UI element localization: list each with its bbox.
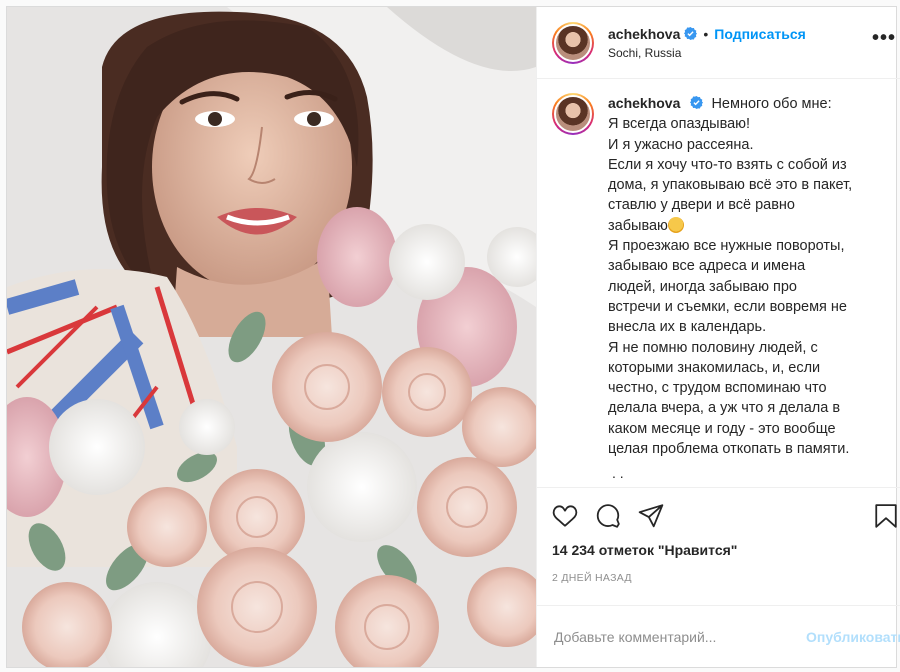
header-row: achekhova • Подписаться — [608, 26, 872, 42]
comment-bubble-icon[interactable] — [595, 503, 621, 529]
author-avatar[interactable] — [552, 21, 594, 64]
bookmark-icon[interactable] — [874, 503, 898, 529]
post-side-panel: achekhova • Подписаться Sochi, Russia ••… — [536, 7, 900, 667]
post-timestamp[interactable]: 2 ДНЕЙ НАЗАД — [552, 572, 898, 584]
author-username[interactable]: achekhova — [608, 26, 680, 42]
separator-dot: • — [703, 25, 709, 42]
header-text: achekhova • Подписаться Sochi, Russia — [608, 26, 872, 60]
caption-avatar[interactable] — [552, 93, 594, 135]
caption-line: забываю — [608, 217, 668, 234]
caption-line: Я не помню половину людей, с — [608, 339, 818, 356]
comment-input[interactable] — [552, 627, 807, 646]
caption-line: делала вчера, а уж что я делала в — [608, 400, 841, 417]
verified-badge-icon — [690, 96, 704, 109]
add-comment-bar: Опубликовать — [537, 605, 900, 667]
caption-line: забываю все адреса и имена — [608, 258, 806, 275]
instagram-post: achekhova • Подписаться Sochi, Russia ••… — [6, 6, 900, 668]
caption-line: Немного обо мне: — [711, 96, 832, 112]
paper-plane-icon[interactable] — [638, 503, 664, 529]
caption-line: людей, иногда забываю про — [608, 278, 797, 295]
caption-line: Если я хочу что-то взять с собой из — [608, 156, 847, 173]
avatar-photo — [554, 23, 592, 62]
follow-button[interactable]: Подписаться — [714, 26, 806, 42]
caption-username[interactable]: achekhova — [608, 95, 680, 111]
caption-line: каком месяце и году - это вообще — [608, 420, 836, 437]
heart-icon[interactable] — [552, 503, 578, 529]
caption-line: встречи и съемки, если вовремя не — [608, 298, 847, 315]
selfie-with-flowers-image — [7, 7, 536, 667]
caption-text: achekhova Немного обо мне: Я всегда опаз… — [608, 93, 898, 459]
caption-line: целая проблема откопать в памяти. — [608, 441, 850, 458]
caption-line: которыми знакомилась, и, если — [608, 359, 821, 376]
publish-button[interactable]: Опубликовать — [806, 629, 900, 645]
caption-line: внесла их в календарь. — [608, 319, 767, 336]
caption-line-with-emoji: забываю — [608, 216, 898, 236]
caption-line: ставлю у двери и всё равно — [608, 197, 795, 214]
likes-count[interactable]: 14 234 отметок "Нравится" — [552, 542, 898, 558]
post-photo[interactable] — [7, 7, 536, 667]
screaming-face-emoji-icon — [667, 216, 684, 233]
verified-badge-icon — [684, 27, 698, 40]
caption-line: И я ужасно рассеяна. — [608, 136, 754, 153]
post-header: achekhova • Подписаться Sochi, Russia ••… — [537, 7, 900, 79]
caption-area: achekhova Немного обо мне: Я всегда опаз… — [537, 79, 900, 487]
post-actions: 14 234 отметок "Нравится" 2 ДНЕЙ НАЗАД — [537, 487, 900, 605]
action-bar — [552, 500, 898, 532]
caption-more[interactable]: . . — [552, 465, 898, 481]
avatar-photo — [554, 95, 592, 133]
caption-line: дома, я упаковываю всё это в пакет, — [608, 177, 853, 194]
caption-line: Я проезжаю все нужные повороты, — [608, 238, 845, 255]
post-location[interactable]: Sochi, Russia — [608, 46, 872, 60]
more-dots-icon[interactable]: ••• — [872, 27, 898, 58]
caption: achekhova Немного обо мне: Я всегда опаз… — [552, 93, 898, 459]
caption-line: честно, с трудом вспоминаю что — [608, 380, 827, 397]
caption-line: Я всегда опаздываю! — [608, 116, 751, 133]
